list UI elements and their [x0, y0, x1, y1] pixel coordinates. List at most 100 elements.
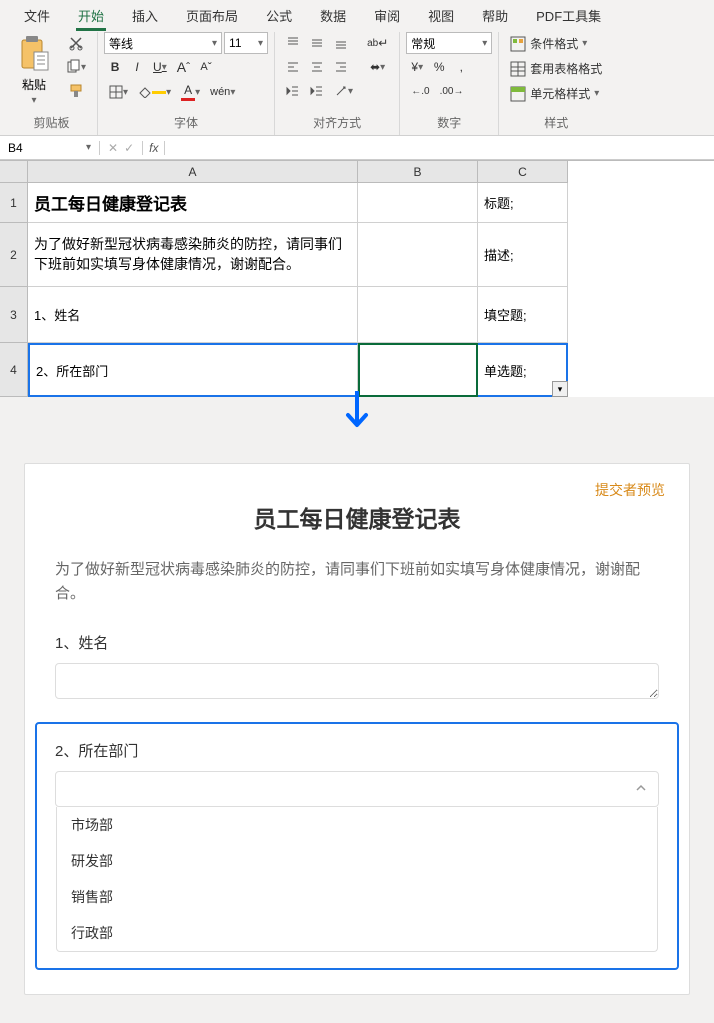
font-family-select[interactable]: 等线▾ — [104, 32, 222, 54]
merge-button[interactable]: ⬌▾ — [362, 56, 393, 78]
tab-view[interactable]: 视图 — [414, 2, 468, 29]
row-header-3[interactable]: 3 — [0, 287, 28, 343]
wrap-text-button[interactable]: ab↵ — [362, 32, 393, 54]
cancel-icon[interactable]: ✕ — [108, 141, 118, 155]
border-button[interactable]: ▾ — [104, 80, 133, 104]
tab-formulas[interactable]: 公式 — [252, 2, 306, 29]
tab-file[interactable]: 文件 — [10, 2, 64, 29]
percent-button[interactable]: % — [428, 56, 450, 78]
row-header-2[interactable]: 2 — [0, 223, 28, 287]
group-clipboard-label: 剪贴板 — [34, 112, 70, 135]
confirm-icon[interactable]: ✓ — [124, 141, 134, 155]
department-options-list: 市场部 研发部 销售部 行政部 — [56, 807, 658, 952]
decrease-decimal-button[interactable]: .00→ — [435, 80, 469, 102]
cell-b3[interactable] — [358, 287, 478, 343]
underline-button[interactable]: U▾ — [148, 56, 172, 78]
increase-decimal-button[interactable]: ←.0 — [406, 80, 434, 102]
paste-icon — [16, 34, 52, 74]
cell-b2[interactable] — [358, 223, 478, 287]
cut-button[interactable] — [60, 32, 91, 54]
option-admin[interactable]: 行政部 — [57, 915, 657, 951]
cell-b1[interactable] — [358, 183, 478, 223]
cell-a3[interactable]: 1、姓名 — [28, 287, 358, 343]
option-sales[interactable]: 销售部 — [57, 879, 657, 915]
align-bottom-button[interactable] — [329, 32, 351, 54]
tab-home[interactable]: 开始 — [64, 2, 118, 29]
option-rd[interactable]: 研发部 — [57, 843, 657, 879]
tab-pagelayout[interactable]: 页面布局 — [172, 2, 252, 29]
cell-c2[interactable]: 描述; — [478, 223, 568, 287]
submitter-preview-link[interactable]: 提交者预览 — [595, 480, 665, 500]
cell-c4[interactable]: 单选题; ▾ — [478, 343, 568, 397]
align-middle-button[interactable] — [305, 32, 327, 54]
option-marketing[interactable]: 市场部 — [57, 807, 657, 843]
format-painter-button[interactable] — [60, 80, 91, 102]
ribbon-toolbar: 粘贴 ▾ ▾ 剪贴板 等线▾ 11▾ B I — [0, 28, 714, 136]
ribbon-tabs: 文件 开始 插入 页面布局 公式 数据 审阅 视图 帮助 PDF工具集 — [0, 0, 714, 28]
comma-button[interactable]: , — [450, 56, 472, 78]
question-name-block: 1、姓名 — [55, 632, 659, 704]
group-font-label: 字体 — [174, 112, 198, 135]
cell-b4[interactable] — [358, 343, 478, 397]
align-right-button[interactable] — [329, 56, 351, 78]
group-font: 等线▾ 11▾ B I U▾ Aˆ Aˇ ▾ ▾ A▾ wén▾ 字体 — [98, 32, 275, 135]
format-as-table-button[interactable]: 套用表格格式 — [505, 57, 607, 80]
column-header-a[interactable]: A — [28, 161, 358, 183]
arrow-down-icon — [342, 391, 372, 440]
cell-styles-button[interactable]: 单元格样式▾ — [505, 82, 604, 105]
group-number: 常规▾ ¥▾ % , ←.0 .00→ 数字 — [400, 32, 499, 135]
bold-button[interactable]: B — [104, 56, 126, 78]
align-center-button[interactable] — [305, 56, 327, 78]
row-header-1[interactable]: 1 — [0, 183, 28, 223]
cell-a4[interactable]: 2、所在部门 — [28, 343, 358, 397]
dropdown-arrow-icon[interactable]: ▾ — [552, 381, 568, 397]
department-select[interactable] — [55, 771, 659, 807]
conditional-format-button[interactable]: 条件格式▾ — [505, 32, 592, 55]
tab-data[interactable]: 数据 — [306, 2, 360, 29]
chevron-down-icon: ▾ — [31, 95, 36, 106]
column-header-b[interactable]: B — [358, 161, 478, 183]
orientation-button[interactable]: ▾ — [329, 80, 358, 102]
decrease-indent-button[interactable] — [281, 80, 305, 102]
align-left-button[interactable] — [281, 56, 303, 78]
name-input[interactable] — [55, 663, 659, 699]
tab-insert[interactable]: 插入 — [118, 2, 172, 29]
group-styles-label: 样式 — [544, 112, 568, 135]
cell-a1[interactable]: 员工每日健康登记表 — [28, 183, 358, 223]
number-format-select[interactable]: 常规▾ — [406, 32, 492, 54]
copy-button[interactable]: ▾ — [60, 56, 91, 78]
currency-button[interactable]: ¥▾ — [406, 56, 428, 78]
tab-review[interactable]: 审阅 — [360, 2, 414, 29]
phonetic-button[interactable]: wén▾ — [205, 80, 240, 104]
italic-button[interactable]: I — [126, 56, 148, 78]
tab-pdftools[interactable]: PDF工具集 — [522, 2, 615, 29]
cell-c3[interactable]: 填空题; — [478, 287, 568, 343]
form-description: 为了做好新型冠状病毒感染肺炎的防控，请同事们下班前如实填写身体健康情况，谢谢配合… — [55, 558, 659, 606]
increase-indent-button[interactable] — [305, 80, 329, 102]
paste-button[interactable]: 粘贴 ▾ — [12, 32, 56, 108]
cell-c1[interactable]: 标题; — [478, 183, 568, 223]
row-header-4[interactable]: 4 — [0, 343, 28, 397]
fx-button[interactable]: fx — [142, 141, 165, 155]
tab-help[interactable]: 帮助 — [468, 2, 522, 29]
group-clipboard: 粘贴 ▾ ▾ 剪贴板 — [6, 32, 98, 135]
font-size-select[interactable]: 11▾ — [224, 32, 268, 54]
grow-font-button[interactable]: Aˆ — [172, 56, 195, 78]
font-color-button[interactable]: A▾ — [176, 80, 205, 104]
group-number-label: 数字 — [437, 112, 461, 135]
form-preview-wrap: 提交者预览 员工每日健康登记表 为了做好新型冠状病毒感染肺炎的防控，请同事们下班… — [0, 437, 714, 1023]
group-alignment: ▾ ab↵ ⬌▾ 对齐方式 — [275, 32, 400, 135]
cell-a2[interactable]: 为了做好新型冠状病毒感染肺炎的防控，请同事们下班前如实填写身体健康情况，谢谢配合… — [28, 223, 358, 287]
excel-window: 文件 开始 插入 页面布局 公式 数据 审阅 视图 帮助 PDF工具集 粘贴 ▾ — [0, 0, 714, 397]
fill-color-button[interactable]: ▾ — [133, 80, 176, 104]
name-box[interactable]: B4▾ — [0, 141, 100, 155]
group-styles: 条件格式▾ 套用表格格式 单元格样式▾ 样式 — [499, 32, 613, 135]
select-all-corner[interactable] — [0, 161, 28, 183]
shrink-font-button[interactable]: Aˇ — [195, 56, 217, 78]
column-header-c[interactable]: C — [478, 161, 568, 183]
formula-bar: B4▾ ✕ ✓ fx — [0, 136, 714, 160]
align-top-button[interactable] — [281, 32, 303, 54]
question-department-block: 2、所在部门 市场部 研发部 销售部 行政部 — [35, 722, 679, 970]
form-title: 员工每日健康登记表 — [55, 500, 659, 534]
spreadsheet-grid[interactable]: A B C 1 员工每日健康登记表 标题; 2 为了做好新型冠状病毒感染肺炎的防… — [0, 160, 714, 397]
